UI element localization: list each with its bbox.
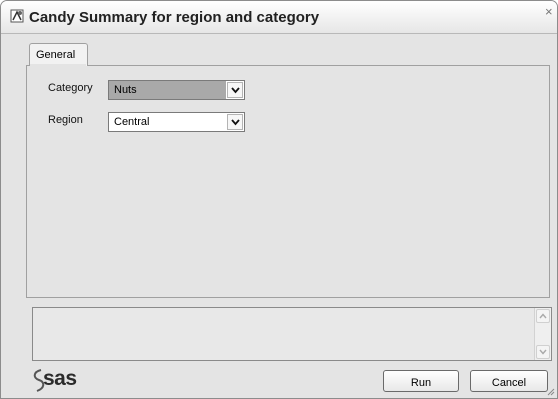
chevron-down-icon [231,119,240,126]
chevron-up-icon [539,313,547,319]
scroll-up-button[interactable] [536,309,550,323]
tab-general[interactable]: General [29,43,88,66]
tab-underlap [30,64,86,66]
chevron-down-icon [231,87,240,94]
resize-grip-icon[interactable] [545,386,555,396]
category-label: Category [48,82,93,94]
window-title: Candy Summary for region and category [29,9,320,26]
region-dropdown-button[interactable] [227,114,243,130]
tab-general-label: General [36,49,76,61]
region-label: Region [48,114,83,126]
chevron-down-icon [539,349,547,355]
tab-panel-general [26,65,550,298]
title-bar[interactable]: Candy Summary for region and category × [1,1,557,34]
category-value: Nuts [109,81,226,99]
cancel-button[interactable]: Cancel [470,370,548,392]
scroll-down-button[interactable] [536,345,550,359]
app-icon [10,9,24,23]
category-select[interactable]: Nuts [108,80,245,100]
category-dropdown-button[interactable] [227,82,243,98]
region-select[interactable]: Central [108,112,245,132]
sas-logo-text: sas [43,367,77,390]
close-icon[interactable]: × [545,5,555,19]
run-button[interactable]: Run [383,370,459,392]
status-message-area[interactable] [32,307,552,361]
vertical-scrollbar[interactable] [534,308,551,360]
region-value: Central [114,116,150,128]
dialog-window: Candy Summary for region and category × … [0,0,558,399]
